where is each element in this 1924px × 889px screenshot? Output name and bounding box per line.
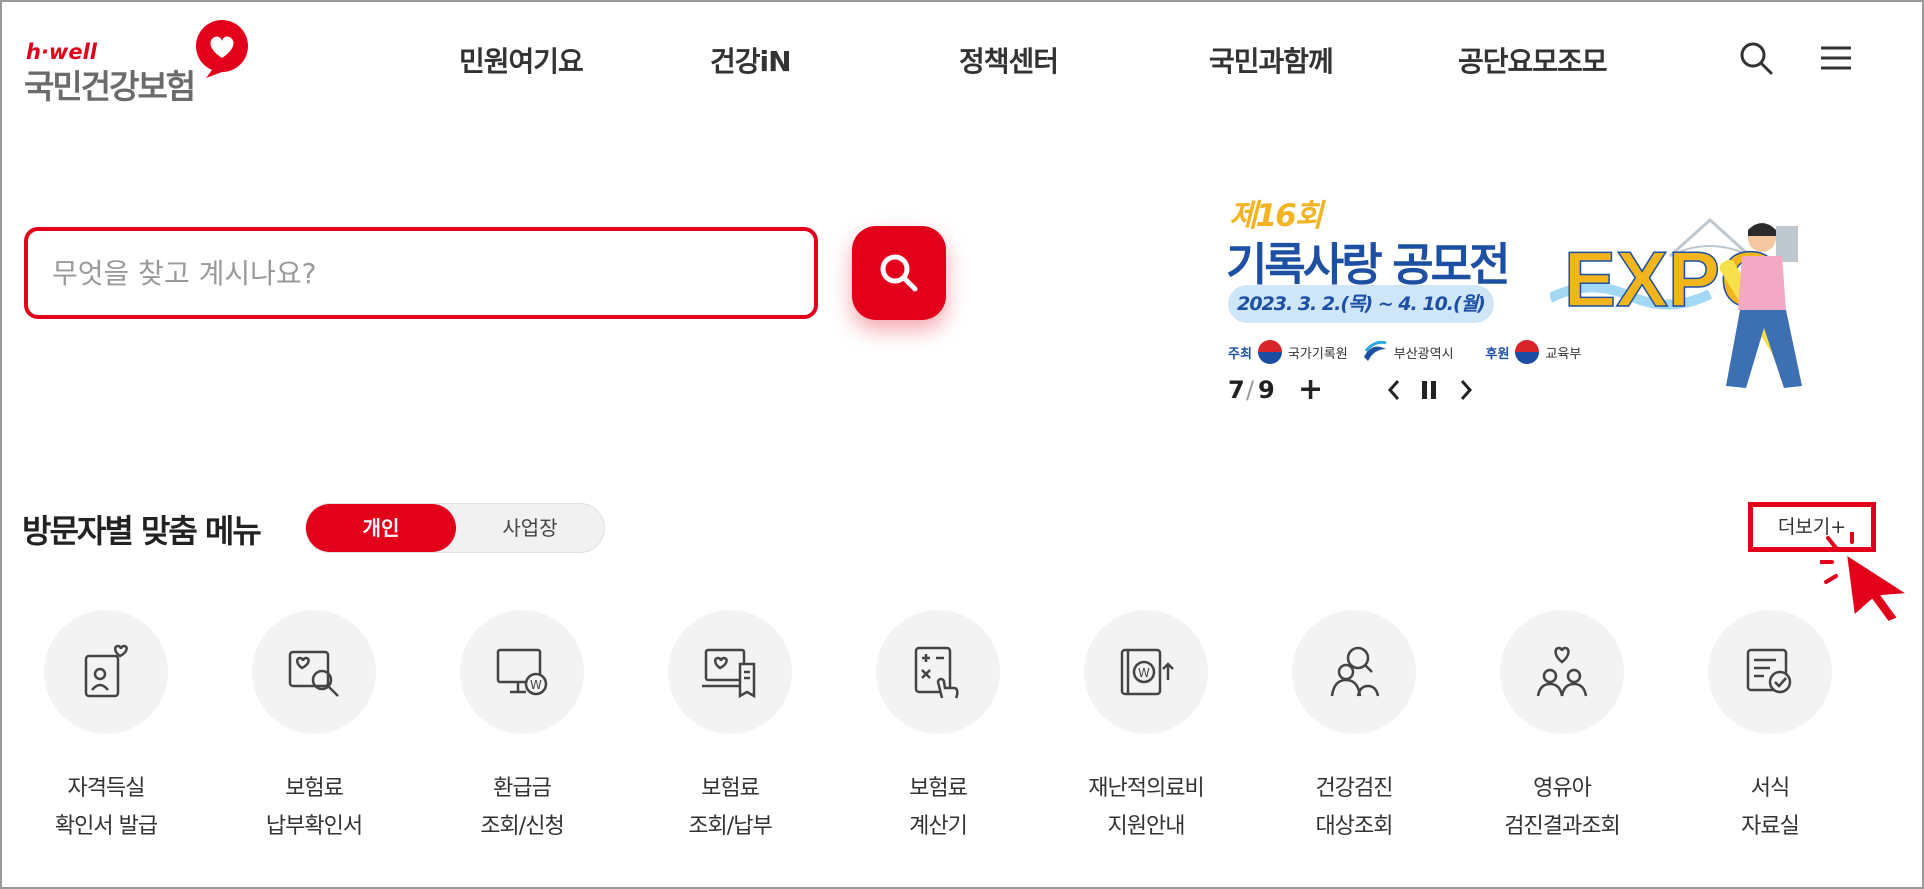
sponsor-label: 후원 xyxy=(1485,346,1510,362)
menu-icon-circle xyxy=(1708,610,1832,734)
svg-text:W: W xyxy=(1138,666,1150,680)
menu-icon-circle xyxy=(252,610,376,734)
persona-toggle: 개인 사업장 xyxy=(305,503,605,553)
search-icon xyxy=(880,254,918,292)
menu-icon-circle xyxy=(876,610,1000,734)
menu-label: 보험료 계산기 xyxy=(909,776,968,839)
menu-label: 자격득실 확인서 발급 xyxy=(54,776,158,839)
busan-logo-icon xyxy=(1363,341,1387,361)
banner-plus-button[interactable]: + xyxy=(1298,372,1323,407)
banner-current-index: 7 xyxy=(1228,376,1245,404)
menu-item-infant-checkup-result[interactable]: 영유아 검진결과조회 xyxy=(1460,610,1640,870)
nav-item-with-citizens[interactable]: 국민과함께 xyxy=(1209,40,1334,80)
id-card-heart-icon xyxy=(84,644,128,698)
banner-separator: / xyxy=(1246,376,1255,404)
nav-item-about-nhis[interactable]: 공단요모조모 xyxy=(1458,40,1608,80)
menu-item-catastrophic-medical[interactable]: W 재난적의료비 지원안내 xyxy=(1044,610,1224,870)
menu-label: 영유아 검진결과조회 xyxy=(1504,776,1620,839)
menu-item-checkup-eligibility[interactable]: 건강검진 대상조회 xyxy=(1252,610,1432,870)
menu-icon-circle xyxy=(1500,610,1624,734)
menu-icon-circle xyxy=(668,610,792,734)
form-check-icon xyxy=(1746,648,1792,694)
menu-label: 환급금 조회/신청 xyxy=(480,776,564,839)
host-busan: 부산광역시 xyxy=(1393,346,1454,362)
expo-illustration: EXPO xyxy=(1550,217,1802,388)
banner-next-button[interactable] xyxy=(1458,378,1474,408)
book-won-up-icon: W xyxy=(1120,648,1174,696)
menu-item-refund[interactable]: W 환급금 조회/신청 xyxy=(420,610,600,870)
menu-icon-circle: W xyxy=(1084,610,1208,734)
government-emblem-icon xyxy=(1515,340,1540,364)
chevron-right-icon xyxy=(1460,380,1473,400)
promo-banner[interactable]: 제16회 기록사랑 공모전 2023. 3. 2.(목) ~ 4. 10.(월)… xyxy=(1214,190,1874,407)
tab-business[interactable]: 사업장 xyxy=(456,504,604,552)
government-emblem-icon xyxy=(1257,340,1282,364)
banner-pause-button[interactable] xyxy=(1420,379,1438,407)
people-search-icon xyxy=(1330,646,1380,697)
banner-prev-button[interactable] xyxy=(1386,378,1402,408)
banner-total: 9 xyxy=(1258,376,1275,404)
banner-title: 기록사랑 공모전 xyxy=(1226,238,1510,291)
monitor-won-icon: W xyxy=(496,648,548,696)
menu-label: 건강검진 대상조회 xyxy=(1315,776,1394,839)
global-nav: 민원여기요 건강iN 정책센터 국민과함께 공단요모조모 xyxy=(0,40,1924,80)
persona-menu-title: 방문자별 맞춤 메뉴 xyxy=(22,512,262,550)
nav-item-minwon[interactable]: 민원여기요 xyxy=(459,40,584,80)
search-button[interactable] xyxy=(852,226,946,320)
menu-icon-circle: W xyxy=(460,610,584,734)
host-archives: 국가기록원 xyxy=(1287,346,1348,362)
family-heart-icon xyxy=(1536,646,1588,697)
menu-label: 서식 자료실 xyxy=(1741,776,1800,839)
menu-item-premium-calculator[interactable]: 보험료 계산기 xyxy=(836,610,1016,870)
hamburger-menu-icon[interactable] xyxy=(1818,40,1854,76)
menu-item-premium-payment-certificate[interactable]: 보험료 납부확인서 xyxy=(212,610,392,870)
pointer-cursor-icon xyxy=(1820,532,1912,622)
menu-label: 보험료 조회/납부 xyxy=(688,776,772,839)
menu-label: 재난적의료비 지원안내 xyxy=(1088,776,1204,839)
menu-icon-circle xyxy=(1292,610,1416,734)
menu-item-premium-payment[interactable]: 보험료 조회/납부 xyxy=(628,610,808,870)
search-icon[interactable] xyxy=(1738,40,1774,76)
calculator-touch-icon xyxy=(914,646,959,699)
host-label: 주최 xyxy=(1228,346,1252,362)
banner-hosts: 주최 국가기록원 부산광역시 후원 교육부 xyxy=(1228,340,1581,364)
search-box xyxy=(24,227,818,319)
menu-label: 보험료 납부확인서 xyxy=(265,776,363,839)
pause-icon xyxy=(1422,381,1436,399)
menu-item-forms-library[interactable]: 서식 자료실 xyxy=(1668,610,1848,870)
laptop-receipt-icon xyxy=(702,648,756,699)
chevron-left-icon xyxy=(1387,380,1400,400)
tab-individual[interactable]: 개인 xyxy=(306,504,456,552)
document-search-icon xyxy=(288,650,339,697)
menu-item-qualification-certificate[interactable]: 자격득실 확인서 발급 xyxy=(4,610,184,870)
svg-text:W: W xyxy=(530,678,542,692)
menu-icon-circle xyxy=(44,610,168,734)
search-input[interactable] xyxy=(52,247,782,299)
nav-item-health-in[interactable]: 건강iN xyxy=(710,40,792,80)
quick-menu-grid: 자격득실확인서 발급 보험료납부확인서 W 환급금조회/신청 보험료조회 xyxy=(0,610,1924,870)
nav-item-policy-center[interactable]: 정책센터 xyxy=(959,40,1059,80)
banner-date: 2023. 3. 2.(목) ~ 4. 10.(월) xyxy=(1228,285,1494,323)
